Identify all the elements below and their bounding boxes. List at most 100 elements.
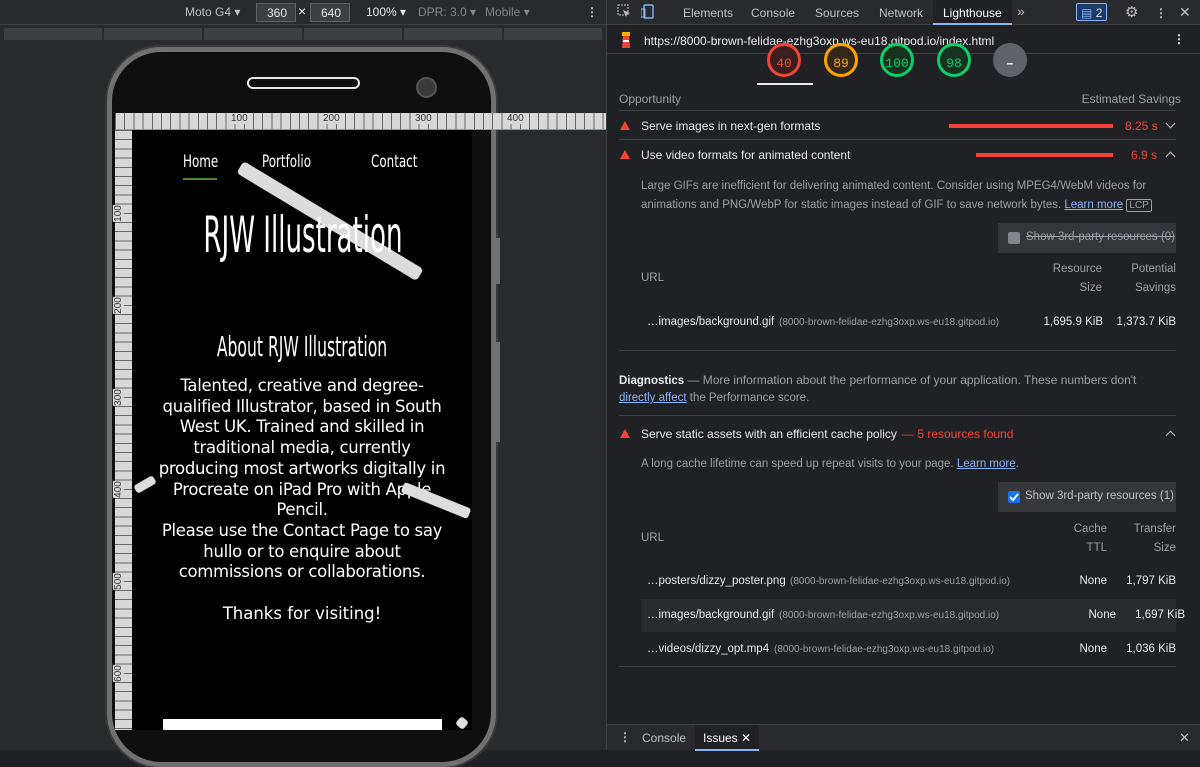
col-resource: Resource: [1052, 263, 1102, 275]
fail-triangle-icon: [620, 121, 630, 130]
close-drawer-icon[interactable]: ✕: [1179, 730, 1190, 746]
audit-description-line2: animations and PNG/WebP for static image…: [641, 199, 1152, 212]
nav-contact[interactable]: Contact: [371, 152, 417, 172]
chevron-up-icon: [1165, 151, 1176, 162]
score-value: 89: [833, 56, 849, 71]
row-size: 1,695.9 KiB: [1043, 316, 1103, 328]
ruler-label: 600: [112, 665, 124, 682]
device-select[interactable]: Moto G4 ▾: [185, 5, 240, 19]
tab-lighthouse[interactable]: Lighthouse: [933, 0, 1012, 25]
row-size: 1,697 KiB: [1135, 609, 1185, 621]
col-cache: Cache: [1073, 523, 1107, 535]
third-party-toggle[interactable]: Show 3rd-party resources (0): [998, 223, 1176, 253]
score-best-practices[interactable]: 100: [880, 43, 914, 77]
times-icon: ×: [298, 3, 307, 19]
drawer-menu-icon[interactable]: ⋮: [619, 730, 631, 744]
diagnostics-text2: the Performance score.: [689, 392, 810, 404]
brand-title: RJW Illustration: [203, 206, 403, 264]
phone-screen: Home Portfolio Contact RJW Illustration …: [132, 130, 472, 730]
col-url: URL: [641, 272, 665, 284]
pwa-badge-icon[interactable]: –: [993, 43, 1027, 77]
checkbox-checked-icon[interactable]: [1008, 491, 1020, 503]
score-seo[interactable]: 98: [937, 43, 971, 77]
brush-smudge: [454, 715, 470, 730]
issues-counter[interactable]: ▤ 2: [1076, 3, 1108, 21]
audit-savings: 8.25 s: [1125, 119, 1158, 133]
learn-more-link[interactable]: Learn more: [957, 458, 1016, 470]
row-size: 1,797 KiB: [1126, 575, 1176, 587]
report-url: https://8000-brown-felidae-ezhg3oxp.ws-e…: [644, 34, 995, 48]
power-button: [495, 342, 500, 442]
device-toggle-icon[interactable]: [640, 0, 655, 25]
learn-more-link[interactable]: Learn more: [1064, 199, 1123, 211]
inspect-icon[interactable]: [617, 0, 631, 25]
dpr-value: DPR: 3.0: [418, 5, 467, 19]
device-emulation-pane: Moto G4 ▾ 360 × 640 100% ▾ DPR: 3.0 ▾ Mo…: [0, 0, 606, 767]
row-size: 1,036 KiB: [1126, 643, 1176, 655]
nav-home[interactable]: Home: [183, 152, 218, 172]
vertical-ruler: 100 200 300 400 500 600: [112, 130, 132, 730]
row-ttl: None: [1079, 575, 1108, 587]
close-tab-icon[interactable]: ✕: [741, 731, 751, 745]
ruler-label: 400: [112, 481, 124, 498]
table-row[interactable]: …images/background.gif (8000-brown-felid…: [641, 599, 1185, 632]
lighthouse-report: Opportunity Estimated Savings Serve imag…: [607, 86, 1200, 724]
chevron-up-icon: [1165, 430, 1176, 441]
close-devtools-icon[interactable]: ✕: [1179, 0, 1191, 25]
savings-bar: [976, 153, 1113, 157]
camera-icon: [416, 77, 437, 98]
more-options-icon[interactable]: ⋮: [586, 5, 598, 19]
tab-sources[interactable]: Sources: [815, 0, 859, 25]
chevron-down-icon: [1165, 118, 1176, 129]
tab-elements[interactable]: Elements: [683, 0, 733, 25]
diagnostics-text: — More information about the performance…: [687, 373, 1137, 387]
third-party-label: Show 3rd-party resources (1): [1025, 490, 1174, 502]
ruler-label: 200: [323, 113, 340, 124]
drawer-tab-console[interactable]: Console: [642, 731, 686, 745]
nav-portfolio[interactable]: Portfolio: [262, 152, 311, 172]
mode-select[interactable]: Mobile ▾: [485, 5, 530, 19]
savings-bar: [949, 124, 1113, 128]
contact-paragraph: Please use the Contact Page to say hullo…: [161, 521, 443, 582]
row-savings: 1,373.7 KiB: [1116, 316, 1176, 328]
description-text: A long cache lifetime can speed up repea…: [641, 458, 954, 470]
row-url: …posters/dizzy_poster.png: [647, 575, 786, 587]
third-party-count: (0): [1160, 231, 1175, 243]
tab-console[interactable]: Console: [751, 0, 795, 25]
row-url: …videos/dizzy_opt.mp4: [647, 643, 770, 655]
report-menu-icon[interactable]: ⋮: [1173, 32, 1185, 46]
score-performance[interactable]: 40: [767, 43, 801, 77]
diagnostics-line2: directly affect the Performance score.: [619, 392, 809, 404]
drawer-tab-issues[interactable]: Issues ✕: [695, 725, 760, 751]
height-input[interactable]: 640: [310, 3, 350, 22]
drawer-tabbar: ⋮ Console Issues ✕ ✕: [607, 724, 1200, 751]
lighthouse-icon: [619, 31, 633, 52]
fail-triangle-icon: [620, 150, 630, 159]
audit-title: Serve static assets with an efficient ca…: [641, 427, 897, 441]
third-party-toggle[interactable]: Show 3rd-party resources (1): [998, 482, 1176, 512]
audit-description: Large GIFs are inefficient for deliverin…: [641, 180, 1147, 192]
opportunity-header: Opportunity: [619, 92, 682, 106]
score-value: 100: [885, 56, 909, 71]
divider: [619, 415, 1176, 416]
issues-count: 2: [1095, 6, 1103, 20]
message-icon: ▤: [1081, 6, 1093, 20]
tab-network[interactable]: Network: [879, 0, 923, 25]
score-accessibility[interactable]: 89: [824, 43, 858, 77]
more-tabs-icon[interactable]: »: [1017, 0, 1025, 25]
description-text: animations and PNG/WebP for static image…: [641, 199, 1062, 211]
checkbox-unchecked-icon[interactable]: [1008, 232, 1020, 244]
col-ttl: TTL: [1086, 542, 1107, 554]
row-ttl: None: [1088, 609, 1117, 621]
site-nav: Home Portfolio Contact: [132, 152, 472, 182]
width-input[interactable]: 360: [256, 3, 296, 22]
directly-affect-link[interactable]: directly affect: [619, 392, 687, 404]
zoom-select[interactable]: 100% ▾: [366, 5, 406, 19]
media-query-bar[interactable]: [0, 25, 606, 43]
settings-gear-icon[interactable]: ⚙: [1125, 0, 1138, 25]
devtools-menu-icon[interactable]: ⋮: [1155, 0, 1167, 25]
dpr-select[interactable]: DPR: 3.0 ▾: [418, 5, 476, 19]
thanks-paragraph: Thanks for visiting!: [222, 604, 382, 623]
diagnostics-label: Diagnostics: [619, 375, 685, 387]
zoom-value: 100%: [366, 5, 397, 19]
